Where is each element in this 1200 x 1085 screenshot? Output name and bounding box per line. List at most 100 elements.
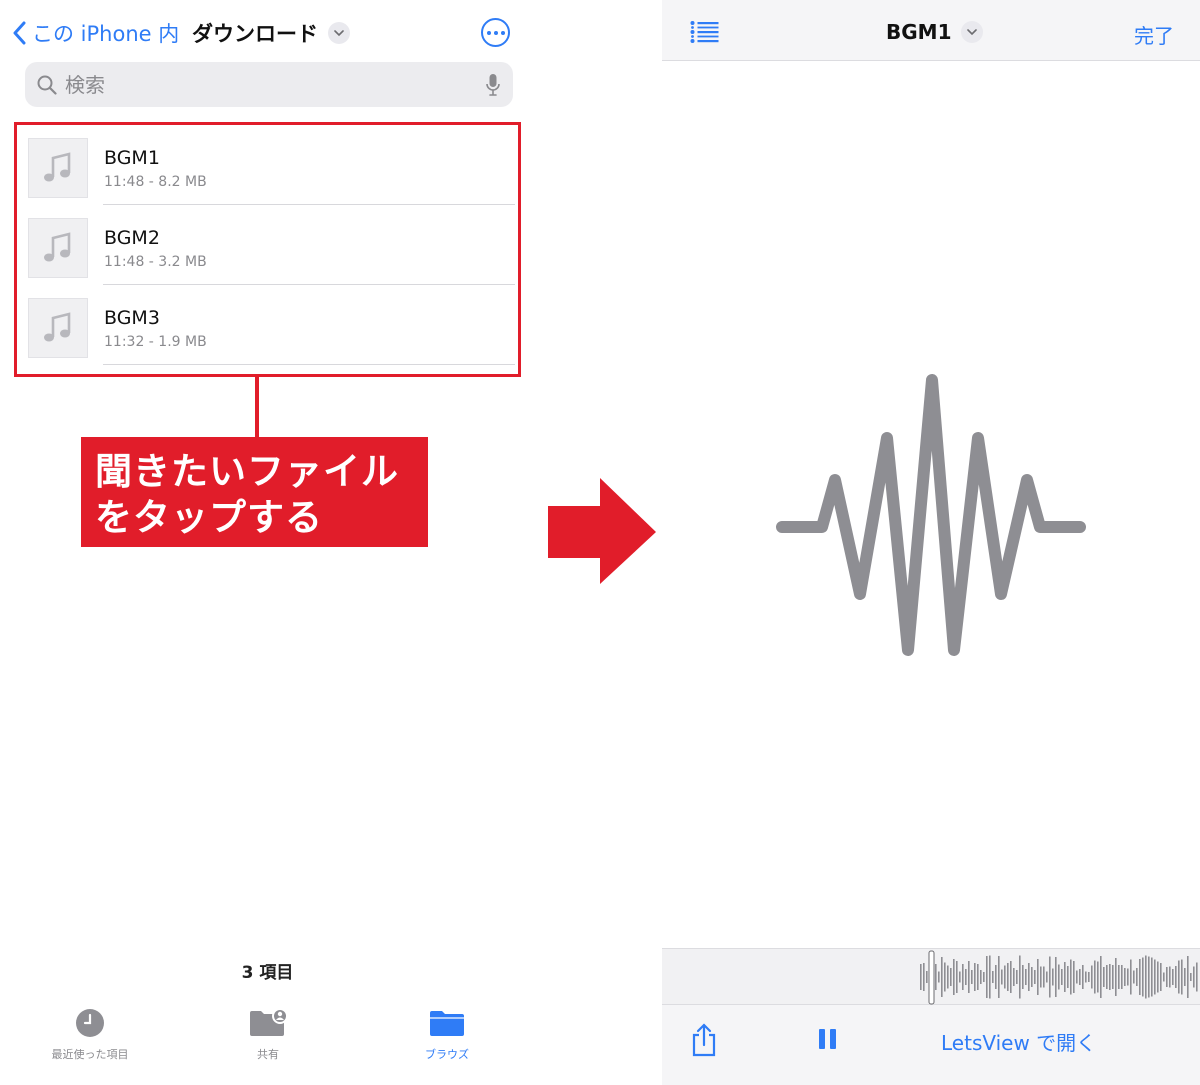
folder-icon bbox=[430, 1011, 464, 1036]
waveform-bar bbox=[926, 971, 928, 983]
waveform-bar bbox=[998, 956, 1000, 998]
arrow-right-icon bbox=[548, 478, 656, 584]
waveform-bar bbox=[1118, 965, 1120, 989]
tab-shared[interactable]: 共有 bbox=[208, 1008, 328, 1062]
file-row-bgm3[interactable]: BGM3 11:32 - 1.9 MB bbox=[25, 285, 515, 365]
waveform-bar bbox=[1115, 958, 1117, 996]
waveform-bar bbox=[1184, 968, 1186, 986]
chevron-down-icon bbox=[961, 21, 984, 43]
waveform-bar bbox=[959, 971, 961, 983]
waveform-bar bbox=[1196, 962, 1198, 992]
more-options-button[interactable] bbox=[481, 18, 510, 47]
waveform-bar bbox=[1025, 969, 1027, 985]
ellipsis-icon bbox=[486, 30, 491, 35]
waveform-bar bbox=[1082, 965, 1084, 989]
waveform-bar bbox=[1031, 967, 1033, 987]
waveform-bar bbox=[1112, 965, 1114, 989]
waveform-bar bbox=[971, 970, 973, 984]
waveform-bar bbox=[968, 961, 970, 993]
waveform-bar bbox=[1181, 959, 1183, 995]
waveform-bar bbox=[1058, 964, 1060, 990]
waveform-bar bbox=[935, 964, 937, 990]
waveform-scrubber[interactable] bbox=[662, 948, 1200, 1005]
chevron-left-icon bbox=[13, 21, 26, 45]
waveform-bar bbox=[1013, 968, 1015, 986]
file-row-bgm1[interactable]: BGM1 11:48 - 8.2 MB bbox=[25, 125, 515, 205]
shared-folder-icon bbox=[250, 1008, 288, 1036]
waveform-bar bbox=[1190, 973, 1192, 981]
file-row-bgm2[interactable]: BGM2 11:48 - 3.2 MB bbox=[25, 205, 515, 285]
back-button[interactable]: この iPhone 内 bbox=[12, 18, 179, 48]
waveform-bar bbox=[1007, 963, 1009, 991]
waveform-bar bbox=[1037, 959, 1039, 995]
file-meta: 11:48 - 3.2 MB bbox=[104, 254, 207, 270]
waveform-bar bbox=[956, 961, 958, 993]
music-note-icon bbox=[28, 218, 88, 278]
waveform-bar bbox=[1178, 960, 1180, 994]
music-note-icon bbox=[28, 138, 88, 198]
tab-bar: 最近使った項目 共有 ブラウズ bbox=[0, 1008, 535, 1085]
waveform-bar bbox=[1088, 972, 1090, 982]
music-note-icon bbox=[28, 298, 88, 358]
file-meta: 11:48 - 8.2 MB bbox=[104, 174, 207, 190]
waveform-bar bbox=[1151, 957, 1153, 997]
waveform-bar bbox=[1070, 959, 1072, 995]
audio-waveform-icon bbox=[776, 374, 1086, 656]
waveform-bar bbox=[1106, 965, 1108, 989]
waveform-bar bbox=[992, 971, 994, 983]
waveform-bar bbox=[1022, 965, 1024, 989]
waveform-bar bbox=[1091, 965, 1093, 989]
tab-label: ブラウズ bbox=[425, 1048, 469, 1061]
files-browser-panel: この iPhone 内 ダウンロード BGM1 11:48 - 8.2 MB B… bbox=[0, 0, 535, 1085]
waveform-bar bbox=[1154, 959, 1156, 995]
waveform-bar bbox=[1127, 968, 1129, 986]
callout-line-1: 聞きたいファイル bbox=[95, 450, 399, 493]
callout-line-2: をタップする bbox=[95, 496, 323, 539]
done-button[interactable]: 完了 bbox=[1134, 20, 1174, 49]
tab-browse[interactable]: ブラウズ bbox=[387, 1008, 507, 1062]
waveform-bar bbox=[950, 968, 952, 986]
waveform-bar bbox=[947, 965, 949, 989]
player-title[interactable]: BGM1 bbox=[886, 20, 984, 44]
waveform-bar bbox=[1193, 966, 1195, 988]
waveform-bar bbox=[986, 956, 988, 998]
list-icon[interactable] bbox=[690, 20, 720, 44]
waveform-bar bbox=[965, 969, 967, 985]
waveform-bar bbox=[1139, 959, 1141, 995]
divider bbox=[103, 364, 515, 365]
file-name: BGM1 bbox=[104, 147, 160, 169]
folder-title[interactable]: ダウンロード bbox=[192, 18, 350, 48]
waveform-bar bbox=[953, 959, 955, 995]
item-count: 3 項目 bbox=[241, 963, 294, 983]
microphone-icon[interactable] bbox=[485, 73, 501, 97]
waveform-bar bbox=[1001, 969, 1003, 985]
player-toolbar: LetsView で開く bbox=[662, 1005, 1200, 1085]
waveform-bar bbox=[1124, 968, 1126, 986]
waveform-bar bbox=[1049, 956, 1051, 998]
waveform-bar bbox=[944, 962, 946, 992]
chevron-down-icon bbox=[328, 22, 350, 44]
callout-connector bbox=[255, 377, 259, 437]
tab-recents[interactable]: 最近使った項目 bbox=[30, 1008, 150, 1062]
waveform-bar bbox=[977, 964, 979, 990]
waveform-bar bbox=[1034, 970, 1036, 984]
pause-icon bbox=[819, 1029, 825, 1049]
pause-button[interactable] bbox=[819, 1029, 836, 1049]
waveform-bar bbox=[1148, 956, 1150, 998]
file-name: BGM2 bbox=[104, 227, 160, 249]
waveform-bar bbox=[923, 963, 925, 991]
tab-label: 最近使った項目 bbox=[51, 1048, 129, 1061]
mini-waveform bbox=[920, 950, 1198, 1005]
share-icon[interactable] bbox=[690, 1023, 718, 1057]
waveform-bar bbox=[1157, 961, 1159, 993]
clock-icon bbox=[76, 1009, 104, 1037]
open-in-letsview-button[interactable]: LetsView で開く bbox=[941, 1027, 1096, 1056]
search-icon bbox=[37, 75, 57, 95]
search-input[interactable] bbox=[65, 72, 485, 97]
search-bar[interactable] bbox=[25, 62, 513, 107]
waveform-bar bbox=[1166, 967, 1168, 987]
waveform-bar bbox=[1052, 968, 1054, 986]
waveform-bar bbox=[1004, 965, 1006, 989]
playhead[interactable] bbox=[928, 950, 935, 1005]
waveform-bar bbox=[1055, 957, 1057, 997]
